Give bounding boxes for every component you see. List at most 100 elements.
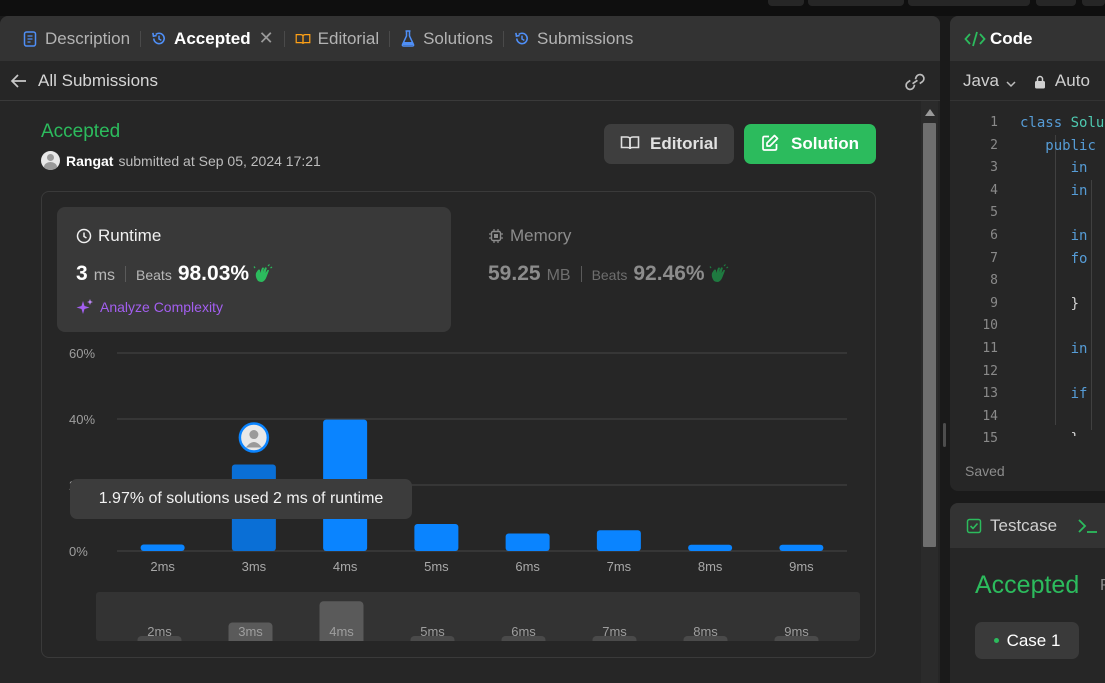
line-number-gutter: 1 2 3 4 5 6 7 8 9 10 11 12 13 14 15 (950, 112, 998, 451)
scroll-up-arrow[interactable] (925, 109, 935, 116)
y-tick-label: 60% (69, 346, 95, 361)
code-toolbar: Java Auto (950, 61, 1105, 101)
line-number: 13 (982, 386, 998, 402)
memory-beats-label: Beats (591, 267, 628, 283)
tab-separator (140, 30, 142, 47)
editorial-button-label: Editorial (649, 134, 718, 153)
runtime-beats-label: Beats (136, 267, 172, 283)
document-icon (22, 30, 38, 47)
book-icon (620, 134, 640, 154)
code-icon (964, 30, 986, 48)
code-line[interactable] (1020, 406, 1105, 429)
user-avatar-marker (238, 422, 270, 453)
y-tick-label: 0% (69, 544, 88, 559)
code-line[interactable]: fo (1020, 248, 1105, 271)
code-line[interactable]: in (1020, 225, 1105, 248)
chart-bar[interactable] (414, 523, 459, 551)
memory-value: 59.25 (488, 262, 541, 285)
chart-bar[interactable] (505, 533, 550, 551)
code-editor[interactable]: class Solu public in in in fo } in if } (1020, 112, 1105, 436)
runtime-value: 3 (76, 262, 88, 285)
history-icon (151, 31, 167, 47)
all-submissions-link[interactable]: All Submissions (38, 71, 158, 91)
auto-mode-label[interactable]: Auto (1055, 71, 1090, 91)
code-panel-header: Code (950, 16, 1105, 61)
tab-testcase[interactable]: Testcase (990, 516, 1057, 536)
lock-icon (1033, 74, 1047, 88)
tab-accepted[interactable]: Accepted ✕ (143, 16, 282, 61)
solution-button-label: Solution (791, 134, 859, 153)
vertical-scrollbar[interactable] (921, 101, 938, 683)
chevron-down-icon[interactable] (1005, 75, 1017, 87)
solution-button[interactable]: Solution (744, 124, 876, 164)
line-number: 11 (982, 340, 998, 356)
value-separator (580, 266, 582, 282)
testcase-header: Testcase T (950, 503, 1105, 548)
mini-x-label: 9ms (784, 624, 809, 639)
submitter-name[interactable]: Rangat (66, 153, 113, 169)
chart-bar[interactable] (596, 530, 641, 551)
case-1-tab[interactable]: Case 1 (975, 622, 1079, 659)
analyze-complexity-label: Analyze Complexity (100, 299, 223, 315)
memory-box[interactable]: Memory 59.25 MB Beats 92.46% (469, 207, 863, 332)
edit-icon (761, 134, 781, 154)
analyze-complexity-link[interactable]: Analyze Complexity (76, 298, 223, 316)
x-tick-label: 7ms (607, 559, 632, 574)
arrow-left-icon[interactable] (10, 72, 28, 90)
mini-x-label: 3ms (238, 624, 263, 639)
scrollbar-thumb[interactable] (923, 123, 936, 547)
code-line[interactable]: class Solu (1020, 112, 1105, 135)
runtime-distribution-chart[interactable]: 0%20%40%60%2ms3ms4ms5ms6ms7ms8ms9ms (57, 340, 857, 590)
memory-values: 59.25 MB Beats 92.46% (488, 262, 729, 286)
runtime-unit: ms (93, 267, 116, 284)
x-tick-label: 9ms (789, 559, 814, 574)
x-tick-label: 3ms (242, 559, 267, 574)
mini-x-label: 2ms (147, 624, 172, 639)
code-line[interactable] (1020, 361, 1105, 384)
mini-x-label: 8ms (693, 624, 718, 639)
tab-description[interactable]: Description (14, 16, 138, 61)
close-icon[interactable]: ✕ (259, 28, 274, 49)
code-line[interactable]: } (1020, 293, 1105, 316)
code-line[interactable] (1020, 315, 1105, 338)
code-line[interactable]: in (1020, 338, 1105, 361)
code-line[interactable] (1020, 202, 1105, 225)
submission-status: Accepted (41, 121, 121, 142)
performance-card: Runtime 3 ms Beats 98.03% Analyze Comple… (41, 191, 876, 658)
top-strip-segment (768, 0, 804, 6)
code-line[interactable]: public (1020, 135, 1105, 158)
code-line[interactable]: if (1020, 383, 1105, 406)
editorial-button[interactable]: Editorial (604, 124, 734, 164)
chart-bar[interactable] (688, 544, 733, 551)
code-line[interactable]: } (1020, 428, 1105, 436)
top-strip-segment (1082, 0, 1105, 6)
testcase-panel: Testcase T Accepted R Case 1 (950, 503, 1105, 683)
submission-details: Accepted Rangat submitted at Sep 05, 202… (0, 101, 918, 683)
tab-editorial[interactable]: Editorial (287, 16, 387, 61)
chart-bar[interactable] (140, 544, 185, 551)
tab-solutions[interactable]: Solutions (392, 16, 501, 61)
history-icon (514, 31, 530, 47)
code-line[interactable]: in (1020, 180, 1105, 203)
memory-title: Memory (510, 226, 572, 245)
line-number: 2 (990, 137, 998, 153)
line-number: 9 (990, 295, 998, 311)
link-icon[interactable] (904, 72, 925, 92)
tab-separator (503, 30, 505, 47)
runtime-box[interactable]: Runtime 3 ms Beats 98.03% Analyze Comple… (57, 207, 451, 332)
runtime-values: 3 ms Beats 98.03% (76, 262, 273, 286)
chart-bar[interactable] (779, 544, 824, 551)
sparkle-icon (76, 298, 94, 316)
distribution-range-slider[interactable]: 2ms 3ms 4ms 5ms 6ms 7ms 8ms 9ms (96, 592, 860, 641)
language-select[interactable]: Java (963, 71, 999, 91)
mini-x-label: 7ms (602, 624, 627, 639)
test-result-status: Accepted (975, 571, 1080, 599)
code-line[interactable] (1020, 270, 1105, 293)
code-line[interactable]: in (1020, 157, 1105, 180)
avatar[interactable] (41, 151, 60, 170)
panel-resize-handle[interactable] (943, 423, 946, 447)
clapping-hands-icon (709, 264, 729, 284)
runtime-heading: Runtime (76, 226, 161, 246)
tab-submissions[interactable]: Submissions (506, 16, 641, 61)
clock-icon (76, 228, 92, 244)
